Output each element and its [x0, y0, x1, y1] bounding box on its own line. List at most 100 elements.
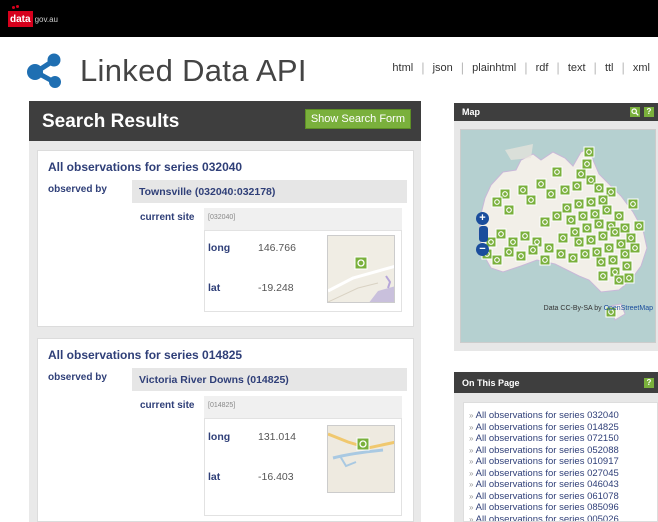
station-marker[interactable]	[507, 236, 519, 248]
station-marker[interactable]	[609, 226, 621, 238]
station-marker[interactable]	[519, 230, 531, 242]
station-marker[interactable]	[551, 166, 563, 178]
search-icon[interactable]	[630, 107, 640, 117]
station-marker[interactable]	[581, 158, 593, 170]
station-marker[interactable]	[573, 198, 585, 210]
station-marker[interactable]	[539, 254, 551, 266]
result-title-link[interactable]: All observations for series 032040	[48, 160, 242, 174]
station-marker[interactable]	[613, 210, 625, 222]
format-link-rdf[interactable]: rdf	[528, 62, 557, 74]
station-marker[interactable]	[567, 252, 579, 264]
openstreetmap-link[interactable]: OpenStreetMap	[604, 305, 653, 312]
station-marker[interactable]	[623, 272, 635, 284]
station-marker[interactable]	[625, 232, 637, 244]
page-title: Linked Data API	[80, 53, 307, 88]
station-marker[interactable]	[591, 246, 603, 258]
format-link-json[interactable]: json	[425, 62, 461, 74]
station-marker[interactable]	[589, 208, 601, 220]
station-marker[interactable]	[525, 194, 537, 206]
station-marker[interactable]	[545, 188, 557, 200]
help-icon[interactable]: ?	[644, 378, 654, 388]
list-item[interactable]: All observations for series 027045	[469, 468, 657, 480]
station-marker[interactable]	[601, 204, 613, 216]
format-link-xml[interactable]: xml	[625, 62, 658, 74]
format-link-ttl[interactable]: ttl	[597, 62, 622, 74]
station-marker[interactable]	[579, 248, 591, 260]
station-marker[interactable]	[571, 180, 583, 192]
search-results-heading: Search Results	[42, 111, 180, 132]
lat-value: -19.248	[258, 282, 294, 294]
station-marker[interactable]	[597, 230, 609, 242]
zoom-in-button[interactable]: +	[476, 212, 489, 225]
format-link-plainhtml[interactable]: plainhtml	[464, 62, 524, 74]
station-marker[interactable]	[503, 246, 515, 258]
station-marker[interactable]	[517, 184, 529, 196]
station-marker[interactable]	[543, 242, 555, 254]
list-item[interactable]: All observations for series 046043	[469, 479, 657, 491]
station-marker[interactable]	[613, 274, 625, 286]
list-item[interactable]: All observations for series 085096	[469, 502, 657, 514]
site-id-link[interactable]: [032040]	[208, 214, 235, 221]
station-marker[interactable]	[577, 210, 589, 222]
station-marker[interactable]	[633, 220, 645, 232]
station-marker[interactable]	[559, 184, 571, 196]
station-marker[interactable]	[593, 182, 605, 194]
list-item[interactable]: All observations for series 052088	[469, 445, 657, 457]
station-marker[interactable]	[535, 178, 547, 190]
station-marker[interactable]	[619, 248, 631, 260]
station-marker[interactable]	[597, 270, 609, 282]
station-marker[interactable]	[575, 168, 587, 180]
observed-by-link[interactable]: Townsville (032040:032178)	[139, 186, 275, 198]
site-minimap[interactable]	[327, 235, 395, 303]
list-item[interactable]: All observations for series 061078	[469, 491, 657, 503]
station-marker[interactable]	[573, 236, 585, 248]
station-marker[interactable]	[585, 196, 597, 208]
station-marker[interactable]	[621, 260, 633, 272]
site-minimap[interactable]	[327, 425, 395, 493]
station-marker[interactable]	[615, 238, 627, 250]
station-marker[interactable]	[629, 242, 641, 254]
format-link-text[interactable]: text	[560, 62, 594, 74]
list-item[interactable]: All observations for series 014825	[469, 422, 657, 434]
help-icon[interactable]: ?	[644, 107, 654, 117]
station-marker[interactable]	[593, 218, 605, 230]
station-marker[interactable]	[595, 256, 607, 268]
station-marker[interactable]	[627, 198, 639, 210]
station-marker[interactable]	[557, 232, 569, 244]
station-marker[interactable]	[515, 250, 527, 262]
station-marker[interactable]	[527, 244, 539, 256]
station-marker[interactable]	[607, 254, 619, 266]
station-marker[interactable]	[565, 214, 577, 226]
search-results-header: Search Results Show Search Form	[29, 101, 421, 141]
station-marker[interactable]	[495, 228, 507, 240]
site-id-link[interactable]: [014825]	[208, 402, 235, 409]
station-marker[interactable]	[619, 222, 631, 234]
on-this-page-header: On This Page ?	[454, 372, 658, 393]
map-attribution: Data CC-By-SA by OpenStreetMap	[544, 305, 653, 312]
station-marker[interactable]	[583, 146, 595, 158]
station-marker[interactable]	[491, 196, 503, 208]
australia-map[interactable]: + − Data CC-By-SA by OpenStreetMap	[460, 129, 656, 343]
station-marker[interactable]	[597, 194, 609, 206]
zoom-slider[interactable]	[478, 226, 488, 242]
list-item[interactable]: All observations for series 010917	[469, 456, 657, 468]
station-marker[interactable]	[555, 248, 567, 260]
station-marker[interactable]	[569, 226, 581, 238]
result-title-link[interactable]: All observations for series 014825	[48, 348, 242, 362]
list-item[interactable]: All observations for series 072150	[469, 433, 657, 445]
format-link-html[interactable]: html	[384, 62, 421, 74]
show-search-form-button[interactable]: Show Search Form	[304, 109, 411, 129]
station-marker[interactable]	[539, 216, 551, 228]
list-item[interactable]: All observations for series 032040	[469, 410, 657, 422]
station-marker[interactable]	[491, 254, 503, 266]
station-marker[interactable]	[585, 234, 597, 246]
station-marker[interactable]	[603, 242, 615, 254]
list-item[interactable]: All observations for series 005026	[469, 514, 657, 522]
station-marker[interactable]	[581, 222, 593, 234]
station-marker[interactable]	[551, 210, 563, 222]
observed-by-link[interactable]: Victoria River Downs (014825)	[139, 374, 289, 386]
zoom-out-button[interactable]: −	[476, 243, 489, 256]
station-marker[interactable]	[503, 204, 515, 216]
station-marker[interactable]	[561, 202, 573, 214]
data-gov-au-logo[interactable]: data gov.au	[8, 6, 58, 28]
